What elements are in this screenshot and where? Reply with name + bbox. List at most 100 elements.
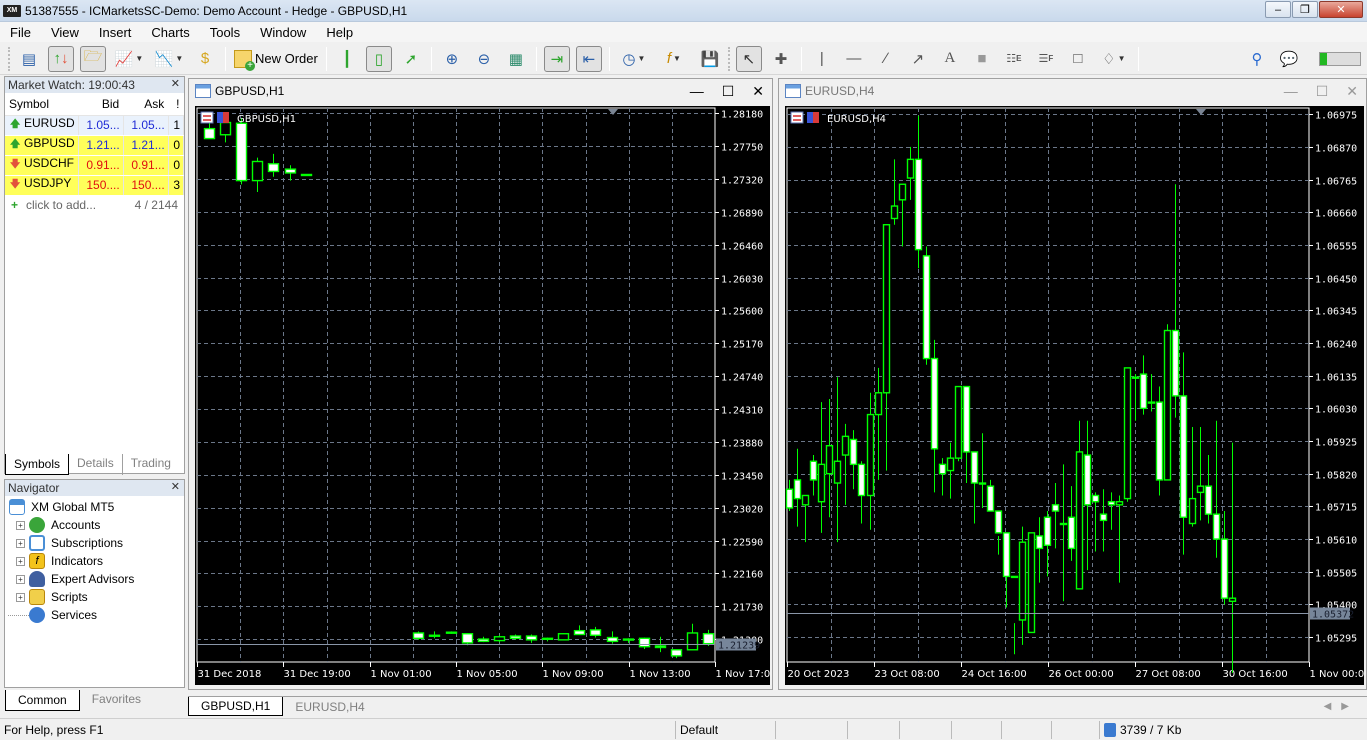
- expand-icon[interactable]: +: [16, 574, 25, 584]
- expand-icon[interactable]: +: [16, 538, 25, 548]
- navigator-item-expert-advisors[interactable]: + Expert Advisors: [8, 570, 184, 588]
- shapes-icon[interactable]: ♢ ▼: [1097, 46, 1131, 72]
- new-chart-icon[interactable]: 📈 ▼: [112, 46, 146, 72]
- menu-view[interactable]: View: [41, 25, 89, 40]
- close-button[interactable]: ✕: [752, 83, 764, 100]
- add-symbol-row[interactable]: + click to add... 4 / 2144: [5, 196, 184, 212]
- y-tick-label: 1.06450: [1315, 275, 1357, 286]
- maximize-button[interactable]: ☐: [1316, 83, 1329, 100]
- table-row[interactable]: 🡅 EURUSD 1.05... 1.05... 1: [5, 115, 185, 136]
- zoom-in-icon[interactable]: ⊕: [439, 46, 465, 72]
- new-order-button[interactable]: New Order: [234, 49, 318, 71]
- toolbar-grip[interactable]: [727, 46, 731, 71]
- fibonacci-icon[interactable]: ☰ F: [1033, 46, 1059, 72]
- elliott-icon[interactable]: ☷ E: [1001, 46, 1027, 72]
- close-icon[interactable]: ✕: [171, 480, 180, 493]
- table-row[interactable]: 🡇 USDCHF 0.91... 0.91... 0: [5, 155, 185, 176]
- menu-file[interactable]: File: [0, 25, 41, 40]
- horizontal-line-icon[interactable]: —: [841, 46, 867, 72]
- arrow-icon[interactable]: ↗: [905, 46, 931, 72]
- tab-trading[interactable]: Trading: [123, 454, 179, 475]
- navigator-root[interactable]: XM Global MT5: [8, 498, 184, 516]
- navigator-item-label: Services: [51, 608, 98, 622]
- tab-details[interactable]: Details: [69, 454, 123, 475]
- chart-save-icon[interactable]: 💾: [697, 46, 723, 72]
- periods-icon[interactable]: ◷ ▼: [617, 46, 651, 72]
- trend-line-icon[interactable]: ∕: [873, 46, 899, 72]
- navigator-item-indicators[interactable]: + f Indicators: [8, 552, 184, 570]
- navigator-item-scripts[interactable]: + Scripts: [8, 588, 184, 606]
- minimize-button[interactable]: —: [1284, 83, 1298, 100]
- table-row[interactable]: 🡅 GBPUSD 1.21... 1.21... 0: [5, 135, 185, 156]
- auto-scroll-icon[interactable]: ⇥: [543, 45, 570, 72]
- candle: [219, 120, 232, 143]
- chart-plot-gbpusd[interactable]: 1.28180 1.27750 1.27320 1.26890 1.26460 1.260…: [195, 106, 770, 685]
- candle-body: [1010, 575, 1019, 579]
- chart-shift-icon[interactable]: ⇤: [575, 45, 602, 72]
- profiles-icon[interactable]: ▤: [16, 46, 42, 72]
- line-chart-icon[interactable]: ➚: [398, 46, 424, 72]
- market-watch-toggle-icon[interactable]: ↑ ↓: [48, 45, 74, 72]
- candle-body: [793, 479, 802, 500]
- menu-help[interactable]: Help: [316, 25, 363, 40]
- chart-window-gbpusd[interactable]: GBPUSD,H1 — ☐ ✕ 1.28180 1.27750 1.27320 1.2…: [188, 78, 773, 690]
- candle: [702, 629, 715, 646]
- bar-chart-icon[interactable]: ┃: [334, 46, 360, 72]
- navigator-toggle-icon[interactable]: 🗁: [80, 45, 106, 72]
- text-icon[interactable]: A: [937, 46, 963, 72]
- navigator-item-services[interactable]: Services: [8, 606, 184, 624]
- algo-trading-icon[interactable]: $: [192, 46, 218, 72]
- tab-common[interactable]: Common: [5, 690, 80, 711]
- navigator-item-accounts[interactable]: + Accounts: [8, 516, 184, 534]
- minimize-button[interactable]: —: [690, 83, 704, 100]
- text-label-icon[interactable]: □: [1065, 46, 1091, 72]
- close-button[interactable]: ✕: [1346, 83, 1358, 100]
- column-header-symbol[interactable]: Symbol: [5, 93, 79, 116]
- vertical-line-icon[interactable]: |: [809, 46, 835, 72]
- tab-scroll-arrows[interactable]: ◀▶: [1324, 701, 1359, 712]
- tab-gbpusd-h1[interactable]: GBPUSD,H1: [188, 697, 284, 716]
- tab-eurusd-h4[interactable]: EURUSD,H4: [283, 698, 376, 716]
- cursor-icon[interactable]: ↖: [735, 45, 762, 72]
- navigator-item-subscriptions[interactable]: + Subscriptions: [8, 534, 184, 552]
- search-icon[interactable]: ⚲: [1244, 46, 1270, 72]
- expand-icon[interactable]: +: [16, 556, 25, 566]
- bid-value: 1.21...: [78, 135, 124, 156]
- column-header-bid[interactable]: Bid: [78, 93, 124, 116]
- menu-window[interactable]: Window: [250, 25, 316, 40]
- candle: [445, 631, 458, 634]
- chat-icon[interactable]: 💬: [1276, 46, 1302, 72]
- candlestick-icon[interactable]: ▯: [365, 45, 392, 72]
- tab-favorites[interactable]: Favorites: [80, 690, 153, 711]
- tab-symbols[interactable]: Symbols: [5, 454, 70, 475]
- menu-insert[interactable]: Insert: [89, 25, 142, 40]
- candlestick-chart[interactable]: 1.06975 1.06870 1.06765 1.06660 1.06555 1.064…: [785, 106, 1364, 685]
- tile-windows-icon[interactable]: ▦: [503, 46, 529, 72]
- candlestick-chart[interactable]: 1.28180 1.27750 1.27320 1.26890 1.26460 1.260…: [195, 106, 770, 685]
- column-header-ask[interactable]: Ask: [123, 93, 169, 116]
- expand-icon[interactable]: +: [16, 592, 25, 602]
- restore-button[interactable]: ❐: [1292, 1, 1318, 18]
- expand-icon[interactable]: +: [16, 520, 25, 530]
- rectangle-icon[interactable]: ■: [969, 46, 995, 72]
- toolbar-grip[interactable]: [8, 46, 11, 71]
- crosshair-icon[interactable]: ✚: [768, 46, 794, 72]
- indicators-icon[interactable]: f ▼: [657, 46, 691, 72]
- chart-window-eurusd[interactable]: EURUSD,H4 — ☐ ✕ 1.06975 1.06870 1.06765 1.0…: [778, 78, 1367, 690]
- y-tick-label: 1.24740: [721, 373, 763, 384]
- close-button[interactable]: ✕: [1319, 1, 1363, 18]
- table-row[interactable]: 🡇 USDJPY 150.... 150.... 3: [5, 175, 185, 196]
- maximize-button[interactable]: ☐: [722, 83, 735, 100]
- chart-plot-eurusd[interactable]: 1.06975 1.06870 1.06765 1.06660 1.06555 1.064…: [785, 106, 1364, 685]
- status-traffic[interactable]: 3739 / 7 Kb: [1099, 720, 1367, 739]
- minimize-button[interactable]: –: [1265, 1, 1291, 18]
- templates-icon[interactable]: 📉 ▼: [152, 46, 186, 72]
- chart-list-icon-line: [793, 115, 801, 117]
- menu-charts[interactable]: Charts: [141, 25, 199, 40]
- zoom-out-icon[interactable]: ⊖: [471, 46, 497, 72]
- close-icon[interactable]: ✕: [171, 77, 180, 90]
- candle: [1139, 355, 1148, 415]
- column-header-spread[interactable]: !: [168, 93, 184, 116]
- chart-tabs: GBPUSD,H1 EURUSD,H4 ◀▶: [188, 696, 1367, 716]
- menu-tools[interactable]: Tools: [200, 25, 250, 40]
